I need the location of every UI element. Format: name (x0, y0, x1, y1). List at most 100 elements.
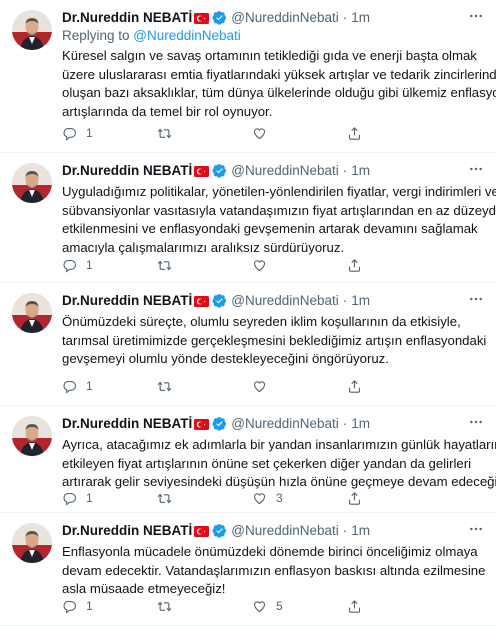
author-handle[interactable]: @NureddinNebati (231, 523, 339, 538)
retweet-button[interactable] (157, 379, 252, 394)
reply-icon (62, 599, 77, 614)
tweet-text-line: üzere uluslararası emtia fiyatlarındaki … (62, 66, 496, 82)
more-dots-icon[interactable] (468, 161, 484, 177)
more-dots-icon[interactable] (468, 414, 484, 430)
tweet[interactable]: Dr.Nureddin NEBATİ @NureddinNebati · 1m Enfl… (0, 513, 496, 626)
verified-badge-icon (212, 523, 227, 538)
avatar[interactable] (12, 10, 52, 50)
tweet-timestamp[interactable]: 1m (351, 293, 370, 308)
share-icon (347, 258, 362, 273)
heart-icon (252, 599, 267, 614)
tweet-timestamp[interactable]: 1m (351, 163, 370, 178)
retweet-icon (157, 126, 172, 141)
verified-badge-icon (212, 416, 227, 431)
separator-dot: · (342, 9, 348, 25)
tweet-text: Enflasyonla mücadele önümüzdeki dönemde … (62, 543, 486, 599)
avatar[interactable] (12, 523, 52, 563)
tweet-text-line: tarımsal üretimimizde gerçekleşmesini be… (62, 332, 487, 348)
more-dots-icon[interactable] (468, 8, 484, 24)
tweet-text-line: etkilenmesini ve enflasyondaki gevşemeni… (62, 221, 478, 236)
share-button[interactable] (347, 258, 442, 273)
verified-badge-icon (212, 10, 227, 25)
verified-badge-icon (212, 163, 227, 178)
tweet-header: Dr.Nureddin NEBATİ @NureddinNebati · 1m (62, 521, 484, 539)
turkey-flag-icon (194, 165, 210, 177)
separator-dot: · (342, 522, 348, 538)
tweet-header: Dr.Nureddin NEBATİ @NureddinNebati · 1m (62, 8, 484, 26)
tweet-text-line: Küresel salgın ve savaş ortamının tetikl… (62, 48, 477, 63)
like-button[interactable]: 5 (252, 599, 347, 614)
author-handle[interactable]: @NureddinNebati (231, 293, 339, 308)
tweet-header: Dr.Nureddin NEBATİ @NureddinNebati · 1m (62, 414, 484, 432)
reply-button[interactable]: 1 (62, 126, 157, 141)
author-name[interactable]: Dr.Nureddin NEBATİ (62, 163, 192, 178)
separator-dot: · (342, 415, 348, 431)
tweet[interactable]: Dr.Nureddin NEBATİ @NureddinNebati · 1m Önüm… (0, 283, 496, 406)
author-handle[interactable]: @NureddinNebati (231, 10, 339, 25)
tweet-text-line: Uyguladığımız politikalar, yönetilen-yön… (62, 184, 496, 199)
like-button[interactable] (252, 126, 347, 141)
tweet-text-line: devam edecektir. Vatandaşlarımızın enfla… (62, 562, 486, 578)
reply-count: 1 (86, 599, 93, 613)
tweet-content: Dr.Nureddin NEBATİ @NureddinNebati · 1m Repl… (62, 8, 496, 121)
share-button[interactable] (347, 491, 442, 506)
share-button[interactable] (347, 379, 442, 394)
tweet[interactable]: Dr.Nureddin NEBATİ @NureddinNebati · 1m Ayrı… (0, 406, 496, 513)
author-name[interactable]: Dr.Nureddin NEBATİ (62, 416, 192, 431)
heart-icon (252, 258, 267, 273)
tweet-text-line: Önümüzdeki süreçte, olumlu seyreden ikli… (62, 314, 461, 329)
like-button[interactable] (252, 258, 347, 273)
tweet-header: Dr.Nureddin NEBATİ @NureddinNebati · 1m (62, 291, 484, 309)
share-button[interactable] (347, 126, 442, 141)
like-button[interactable]: 3 (252, 491, 347, 506)
tweet-text-line: asla müsaade etmeyeceğiz! (62, 581, 226, 596)
tweet-text-line: artışlarında da temel bir rol oynuyor. (62, 103, 273, 119)
avatar[interactable] (12, 163, 52, 203)
tweet-text-line: etkileyen fiyat artışlarının önüne set ç… (62, 455, 472, 471)
tweet-text-line: amacıyla çalışmalarımızı aralıksız sürdü… (62, 239, 345, 255)
author-handle[interactable]: @NureddinNebati (231, 163, 339, 178)
avatar[interactable] (12, 416, 52, 456)
tweet-text-line: oluşan bazı aksaklıklar, tüm dünya ülkel… (62, 85, 496, 100)
tweet[interactable]: Dr.Nureddin NEBATİ @NureddinNebati · 1m Repl… (0, 0, 496, 153)
tweet-text-line: sübvansiyonlar vasıtasıyla vatandaşımızı… (62, 202, 496, 218)
reply-button[interactable]: 1 (62, 379, 157, 394)
replying-to: Replying to @NureddinNebati (62, 28, 484, 43)
reply-icon (62, 379, 77, 394)
like-button[interactable] (252, 379, 347, 394)
reply-button[interactable]: 1 (62, 491, 157, 506)
author-handle[interactable]: @NureddinNebati (231, 416, 339, 431)
heart-icon (252, 126, 267, 141)
separator-dot: · (342, 292, 348, 308)
separator-dot: · (342, 162, 348, 178)
share-button[interactable] (347, 599, 442, 614)
reply-icon (62, 491, 77, 506)
tweet-timestamp[interactable]: 1m (351, 10, 370, 25)
tweet-actions: 13 (62, 489, 442, 507)
tweet-actions: 1 (62, 377, 442, 395)
tweet[interactable]: Dr.Nureddin NEBATİ @NureddinNebati · 1m Uygu… (0, 153, 496, 283)
author-name[interactable]: Dr.Nureddin NEBATİ (62, 293, 192, 308)
retweet-button[interactable] (157, 258, 252, 273)
retweet-button[interactable] (157, 126, 252, 141)
tweet-actions: 1 (62, 256, 442, 274)
author-name[interactable]: Dr.Nureddin NEBATİ (62, 523, 192, 538)
reply-button[interactable]: 1 (62, 599, 157, 614)
tweet-timestamp[interactable]: 1m (351, 523, 370, 538)
author-name[interactable]: Dr.Nureddin NEBATİ (62, 10, 192, 25)
retweet-button[interactable] (157, 599, 252, 614)
tweet-text: Önümüzdeki süreçte, olumlu seyreden ikli… (62, 313, 487, 369)
more-dots-icon[interactable] (468, 291, 484, 307)
tweet-timestamp[interactable]: 1m (351, 416, 370, 431)
retweet-button[interactable] (157, 491, 252, 506)
tweet-text-line: Enflasyonla mücadele önümüzdeki dönemde … (62, 544, 478, 559)
reply-icon (62, 126, 77, 141)
heart-icon (252, 491, 267, 506)
more-dots-icon[interactable] (468, 521, 484, 537)
tweet-content: Dr.Nureddin NEBATİ @NureddinNebati · 1m Ayrı… (62, 414, 496, 492)
avatar[interactable] (12, 293, 52, 333)
like-count: 5 (276, 599, 283, 613)
replying-to-handle-link[interactable]: @NureddinNebati (133, 28, 241, 43)
reply-count: 1 (86, 126, 93, 140)
reply-button[interactable]: 1 (62, 258, 157, 273)
